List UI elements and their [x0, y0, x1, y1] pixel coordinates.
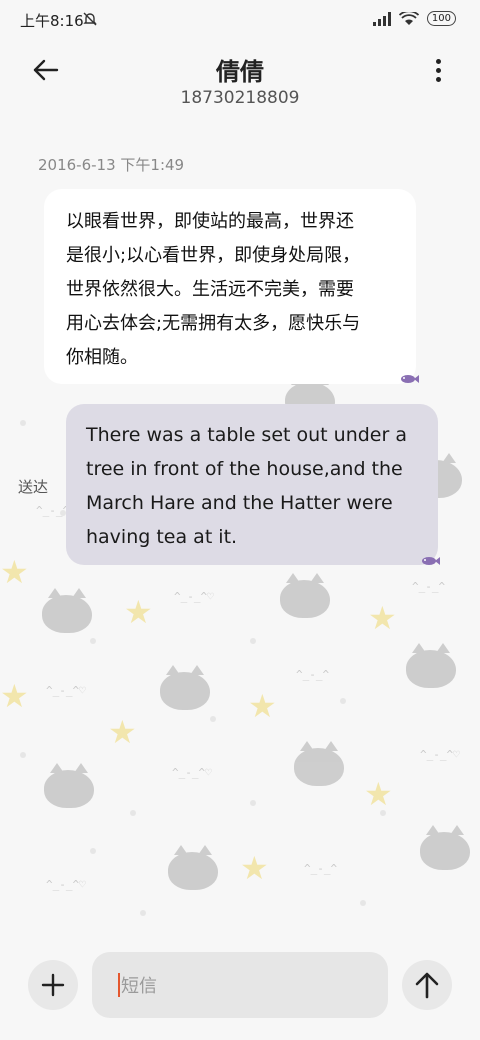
- cat-decoration-icon: [42, 588, 92, 633]
- emoticon-decoration: ^_-_^♡: [174, 590, 214, 603]
- wifi-icon: [398, 11, 419, 25]
- message-screen: ★ ★ ★ ★ ★ ★ ★ ★ ^_-_^ ^_-_^♡ ^_-_^ ^_-_^…: [0, 0, 480, 1040]
- message-input[interactable]: 短信: [92, 952, 388, 1018]
- star-decoration-icon: ★: [108, 713, 137, 751]
- dot-decoration: [20, 752, 26, 758]
- emoticon-decoration: ^_-_^: [296, 668, 330, 681]
- message-line: having tea at it.: [86, 526, 238, 548]
- more-vertical-icon: [435, 58, 441, 64]
- fish-sticker-icon: [422, 557, 440, 565]
- cat-decoration-icon: [168, 845, 218, 890]
- message-line: 以眼看世界，即使站的最高，世界还: [66, 211, 354, 232]
- emoticon-decoration: ^_-_^: [304, 862, 338, 875]
- dot-decoration: [360, 900, 366, 906]
- incoming-message-bubble[interactable]: 以眼看世界，即使站的最高，世界还 是很小;以心看世界，即使身处局限， 世界依然很…: [44, 189, 416, 384]
- star-decoration-icon: ★: [0, 677, 29, 715]
- dot-decoration: [90, 638, 96, 644]
- message-line: 你相随。: [66, 347, 138, 368]
- battery-icon: 100: [426, 11, 456, 26]
- conversation-header: 倩倩 18730218809: [0, 40, 480, 120]
- arrow-up-icon: [415, 972, 439, 999]
- star-decoration-icon: ★: [240, 849, 269, 887]
- star-decoration-icon: ★: [364, 775, 393, 813]
- dot-decoration: [250, 800, 256, 806]
- message-line: 用心去体会;无需拥有太多，愿快乐与: [66, 313, 361, 334]
- cat-decoration-icon: [280, 573, 330, 618]
- emoticon-decoration: ^_-_^: [412, 580, 446, 593]
- signal-icon: [372, 11, 391, 26]
- dot-decoration: [130, 810, 136, 816]
- cat-decoration-icon: [44, 763, 94, 808]
- fish-sticker-icon: [401, 375, 419, 383]
- send-button[interactable]: [402, 960, 452, 1010]
- add-attachment-button[interactable]: [28, 960, 78, 1010]
- star-decoration-icon: ★: [368, 599, 397, 637]
- emoticon-decoration: ^_-_^♡: [46, 684, 86, 697]
- emoticon-decoration: ^_-_^♡: [420, 748, 460, 761]
- star-decoration-icon: ★: [0, 553, 29, 591]
- status-bar: 上午8:16 100: [0, 0, 480, 40]
- cat-decoration-icon: [406, 643, 456, 688]
- message-line: 世界依然很大。生活远不完美，需要: [66, 279, 354, 300]
- dot-decoration: [90, 848, 96, 854]
- dot-decoration: [20, 420, 26, 426]
- text-caret: [118, 973, 120, 997]
- star-decoration-icon: ★: [124, 593, 153, 631]
- message-line: tree in front of the house,and the: [86, 458, 403, 480]
- contact-name[interactable]: 倩倩: [0, 52, 480, 87]
- emoticon-decoration: ^_-_^♡: [172, 766, 212, 779]
- cat-decoration-icon: [420, 825, 470, 870]
- dot-decoration: [210, 716, 216, 722]
- more-options-button[interactable]: [426, 52, 450, 88]
- delivery-status: 送达: [18, 478, 49, 496]
- dot-decoration: [140, 910, 146, 916]
- dot-decoration: [380, 810, 386, 816]
- star-decoration-icon: ★: [248, 687, 277, 725]
- cat-decoration-icon: [160, 665, 210, 710]
- outgoing-message-bubble[interactable]: There was a table set out under a tree i…: [66, 404, 438, 565]
- status-icons: 100: [372, 11, 456, 26]
- message-timestamp: 2016-6-13 下午1:49: [38, 156, 185, 174]
- cat-decoration-icon: [294, 741, 344, 786]
- message-line: 是很小;以心看世界，即使身处局限，: [66, 245, 361, 266]
- contact-number[interactable]: 18730218809: [0, 88, 480, 108]
- plus-icon: [41, 973, 65, 997]
- composer-bar: 短信: [0, 948, 480, 1028]
- dot-decoration: [340, 698, 346, 704]
- message-line: There was a table set out under a: [86, 424, 407, 446]
- dot-decoration: [250, 638, 256, 644]
- emoticon-decoration: ^_-_^♡: [46, 878, 86, 891]
- status-time: 上午8:16: [20, 12, 84, 30]
- message-input-placeholder: 短信: [121, 976, 157, 997]
- do-not-disturb-icon: [83, 12, 97, 26]
- message-line: March Hare and the Hatter were: [86, 492, 393, 514]
